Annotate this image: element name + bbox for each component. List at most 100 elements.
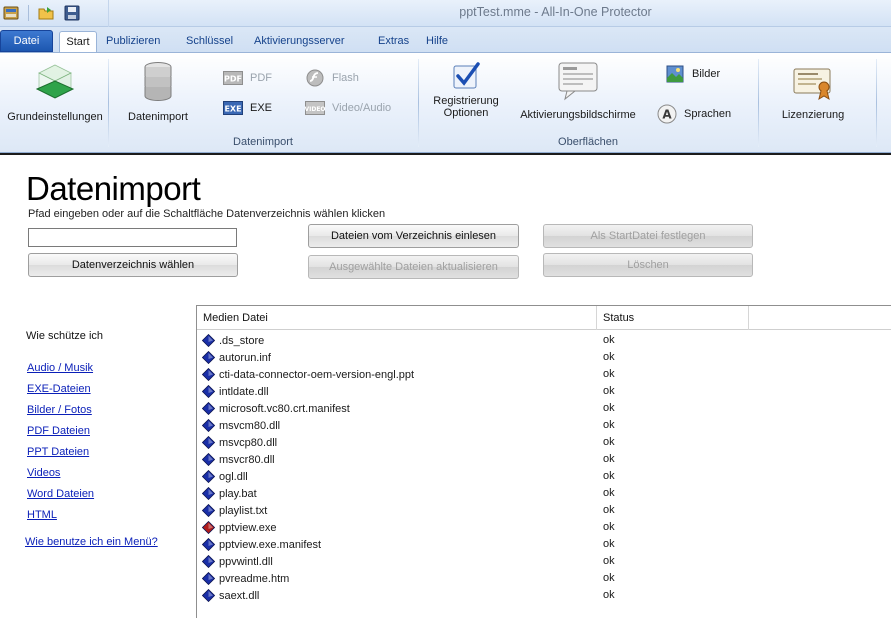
tab-start[interactable]: Start (59, 31, 97, 54)
table-row[interactable]: cti-data-connector-oem-version-engl.ppt o… (197, 366, 891, 383)
cell-status: ok (603, 504, 615, 516)
cell-status: ok (603, 368, 615, 380)
svg-text:A: A (662, 108, 672, 122)
ribbon: Grundeinstellungen Datenimport PDF PDF E… (0, 52, 891, 153)
path-hint: Pfad eingeben oder auf die Schaltfläche … (28, 208, 386, 220)
file-name-text: microsoft.vc80.crt.manifest (219, 402, 350, 415)
file-name-text: msvcm80.dll (219, 419, 281, 432)
datenimport-label: Datenimport (128, 111, 188, 123)
cell-file-name: playlist.txt (201, 502, 268, 519)
aktivierungsbildschirme-button[interactable]: Aktivierungsbildschirme (516, 61, 640, 121)
help-link-pdf[interactable]: PDF Dateien (27, 425, 90, 437)
set-start-file-button[interactable]: Als StartDatei festlegen (543, 224, 753, 248)
table-row[interactable]: intldate.dll ok (197, 383, 891, 400)
cell-status: ok (603, 555, 615, 567)
file-icon (201, 469, 216, 484)
tab-extras[interactable]: Extras (372, 31, 415, 53)
bilder-label: Bilder (692, 68, 721, 80)
cell-file-name: msvcm80.dll (201, 417, 281, 434)
cell-file-name: ppvwintl.dll (201, 553, 273, 570)
cell-file-name: intldate.dll (201, 383, 269, 400)
svg-text:VIDEO: VIDEO (305, 106, 325, 113)
help-link-exe[interactable]: EXE-Dateien (27, 383, 91, 395)
table-row[interactable]: pvreadme.htm ok (197, 570, 891, 587)
bilder-button[interactable]: Bilder (664, 65, 720, 83)
cell-status: ok (603, 436, 615, 448)
tab-aktivierungsserver[interactable]: Aktivierungsserver (248, 31, 350, 53)
column-header-medien-datei[interactable]: Medien Datei (197, 306, 597, 330)
datenimport-button[interactable]: Datenimport (122, 61, 194, 123)
video-icon: VIDEO (304, 99, 326, 117)
activation-screen-icon (557, 61, 599, 101)
grundeinstellungen-button[interactable]: Grundeinstellungen (6, 61, 104, 123)
cell-status: ok (603, 351, 615, 363)
file-icon (201, 384, 216, 399)
help-link-menu[interactable]: Wie benutze ich ein Menü? (25, 536, 158, 548)
pdf-icon: PDF (222, 69, 244, 87)
delete-button[interactable]: Löschen (543, 253, 753, 277)
table-row[interactable]: .ds_store ok (197, 332, 891, 349)
table-row[interactable]: pptview.exe.manifest ok (197, 536, 891, 553)
group-separator (108, 59, 109, 147)
file-icon (201, 350, 216, 365)
table-row[interactable]: msvcm80.dll ok (197, 417, 891, 434)
table-row[interactable]: autorun.inf ok (197, 349, 891, 366)
table-row[interactable]: pptview.exe ok (197, 519, 891, 536)
table-row[interactable]: play.bat ok (197, 485, 891, 502)
help-link-bilder[interactable]: Bilder / Fotos (27, 404, 92, 416)
file-icon (201, 571, 216, 586)
registrierung-optionen-button[interactable]: Registrierung Optionen (428, 61, 504, 119)
file-name-text: msvcr80.dll (219, 453, 275, 466)
cell-file-name: ogl.dll (201, 468, 248, 485)
table-row[interactable]: microsoft.vc80.crt.manifest ok (197, 400, 891, 417)
choose-directory-button[interactable]: Datenverzeichnis wählen (28, 253, 238, 277)
tab-datei[interactable]: Datei (0, 30, 53, 52)
file-name-text: intldate.dll (219, 385, 269, 398)
help-link-ppt[interactable]: PPT Dateien (27, 446, 89, 458)
read-directory-button[interactable]: Dateien vom Verzeichnis einlesen (308, 224, 519, 248)
cell-status: ok (603, 521, 615, 533)
cell-status: ok (603, 453, 615, 465)
help-link-audio[interactable]: Audio / Musik (27, 362, 93, 374)
lizenzierung-button[interactable]: Lizenzierung (772, 61, 854, 121)
table-row[interactable]: playlist.txt ok (197, 502, 891, 519)
exe-import-button[interactable]: EXE EXE (222, 99, 272, 117)
media-file-table[interactable]: Medien Datei Status .ds_store ok autorun.i… (196, 305, 891, 618)
file-icon (201, 537, 216, 552)
flash-import-button[interactable]: Flash (304, 69, 359, 87)
cell-status: ok (603, 589, 615, 601)
table-row[interactable]: ogl.dll ok (197, 468, 891, 485)
table-row[interactable]: msvcr80.dll ok (197, 451, 891, 468)
path-input[interactable] (28, 228, 237, 247)
group-label-datenimport: Datenimport (233, 136, 293, 148)
file-name-text: pvreadme.htm (219, 572, 290, 585)
sprachen-button[interactable]: A Sprachen (656, 104, 731, 124)
flash-label: Flash (332, 72, 359, 84)
tab-publizieren[interactable]: Publizieren (100, 31, 166, 53)
file-name-text: pptview.exe.manifest (219, 538, 322, 551)
table-row[interactable]: ppvwintl.dll ok (197, 553, 891, 570)
cell-file-name: .ds_store (201, 332, 264, 349)
cell-file-name: microsoft.vc80.crt.manifest (201, 400, 350, 417)
help-link-html[interactable]: HTML (27, 509, 57, 521)
video-audio-import-button[interactable]: VIDEO Video/Audio (304, 99, 391, 117)
ribbon-bottom-border (0, 153, 891, 155)
video-audio-label: Video/Audio (332, 102, 392, 114)
file-icon (201, 401, 216, 416)
file-icon (201, 333, 216, 348)
tab-hilfe[interactable]: Hilfe (420, 31, 454, 53)
tab-schluessel[interactable]: Schlüssel (180, 31, 239, 53)
cell-status: ok (603, 419, 615, 431)
pdf-import-button[interactable]: PDF PDF (222, 69, 272, 87)
cell-status: ok (603, 385, 615, 397)
help-link-word[interactable]: Word Dateien (27, 488, 94, 500)
update-selected-button[interactable]: Ausgewählte Dateien aktualisieren (308, 255, 519, 279)
column-header-status[interactable]: Status (597, 306, 749, 330)
help-link-videos[interactable]: Videos (27, 467, 60, 479)
table-row[interactable]: saext.dll ok (197, 587, 891, 604)
cell-file-name: pptview.exe.manifest (201, 536, 322, 553)
table-row[interactable]: msvcp80.dll ok (197, 434, 891, 451)
cell-file-name: msvcr80.dll (201, 451, 275, 468)
file-name-text: playlist.txt (219, 504, 268, 517)
file-icon (201, 554, 216, 569)
